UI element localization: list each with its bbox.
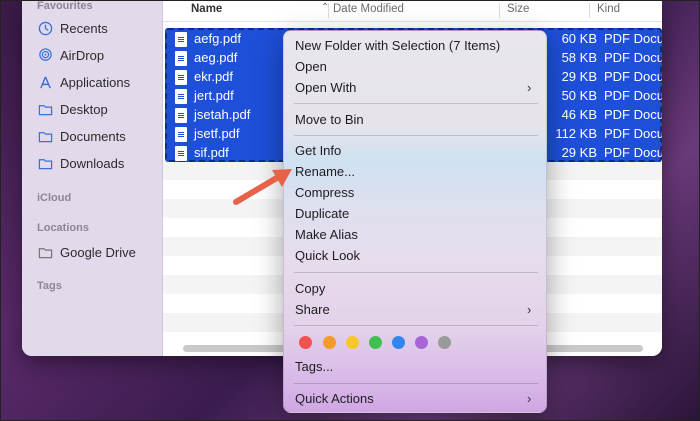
sidebar-section-locations: Locations xyxy=(37,222,89,234)
menu-item-open-with[interactable]: Open With › xyxy=(295,78,539,98)
tag-blue-dot[interactable] xyxy=(392,336,405,349)
tag-purple-dot[interactable] xyxy=(415,336,428,349)
tag-orange-dot[interactable] xyxy=(323,336,336,349)
menu-item-compress[interactable]: Compress xyxy=(295,183,354,203)
chevron-right-icon: › xyxy=(527,80,532,95)
sidebar-item-label: Downloads xyxy=(60,155,125,171)
pdf-file-icon xyxy=(175,127,187,142)
pdf-file-icon xyxy=(175,108,187,123)
column-name[interactable]: Name xyxy=(191,3,222,15)
sidebar-item-desktop[interactable]: Desktop xyxy=(37,98,108,120)
sidebar-item-applications[interactable]: Applications xyxy=(37,71,130,93)
sidebar-item-label: Applications xyxy=(60,74,131,90)
menu-item-duplicate[interactable]: Duplicate xyxy=(295,204,349,224)
chevron-right-icon: › xyxy=(527,391,532,406)
column-kind[interactable]: Kind xyxy=(597,3,620,15)
menu-item-move-to-bin[interactable]: Move to Bin xyxy=(295,110,364,130)
pdf-file-icon xyxy=(175,89,187,104)
pdf-file-icon xyxy=(175,146,187,161)
menu-separator xyxy=(294,383,538,384)
clock-icon xyxy=(37,20,53,36)
applications-icon xyxy=(37,74,53,90)
menu-item-label: Quick Actions xyxy=(295,391,374,406)
menu-item-quick-actions[interactable]: Quick Actions › xyxy=(295,389,539,409)
menu-item-rename[interactable]: Rename... xyxy=(295,162,355,182)
sidebar-item-documents[interactable]: Documents xyxy=(37,125,126,147)
chevron-right-icon: › xyxy=(527,302,532,317)
tag-red-dot[interactable] xyxy=(299,336,312,349)
column-header: Name ⌃ Date Modified Size Kind xyxy=(163,0,662,22)
menu-separator xyxy=(294,135,538,136)
sidebar-item-label: AirDrop xyxy=(60,47,105,63)
sidebar-item-google-drive[interactable]: Google Drive xyxy=(37,241,136,263)
pdf-file-icon xyxy=(175,70,187,85)
menu-item-label: Share xyxy=(295,302,330,317)
menu-item-make-alias[interactable]: Make Alias xyxy=(295,225,358,245)
pdf-file-icon xyxy=(175,32,187,47)
sidebar-section-favourites: Favourites xyxy=(37,0,93,12)
drive-icon xyxy=(37,244,53,260)
menu-item-get-info[interactable]: Get Info xyxy=(295,141,341,161)
menu-separator xyxy=(294,325,538,326)
sidebar: Favourites Recents AirDrop Applications … xyxy=(22,0,163,356)
sidebar-section-tags: Tags xyxy=(37,280,62,292)
column-size[interactable]: Size xyxy=(507,3,529,15)
sidebar-item-airdrop[interactable]: AirDrop xyxy=(37,44,104,66)
column-date-modified[interactable]: Date Modified xyxy=(333,3,404,15)
menu-item-quick-look[interactable]: Quick Look xyxy=(295,246,360,266)
menu-item-new-folder-with-selection[interactable]: New Folder with Selection (7 Items) xyxy=(295,36,500,56)
tag-yellow-dot[interactable] xyxy=(346,336,359,349)
tag-gray-dot[interactable] xyxy=(438,336,451,349)
sidebar-item-recents[interactable]: Recents xyxy=(37,17,108,39)
context-menu: New Folder with Selection (7 Items) Open… xyxy=(283,30,547,413)
menu-item-label: Open With xyxy=(295,80,357,95)
tag-green-dot[interactable] xyxy=(369,336,382,349)
sidebar-item-label: Documents xyxy=(60,128,126,144)
menu-separator xyxy=(294,272,538,273)
menu-separator xyxy=(294,103,538,104)
airdrop-icon xyxy=(37,47,53,63)
folder-icon xyxy=(37,155,53,171)
pdf-file-icon xyxy=(175,51,187,66)
menu-item-copy[interactable]: Copy xyxy=(295,279,325,299)
menu-item-open[interactable]: Open xyxy=(295,57,327,77)
sidebar-item-label: Desktop xyxy=(60,101,108,117)
annotation-arrow-icon xyxy=(233,169,292,205)
menu-item-tags[interactable]: Tags... xyxy=(295,357,333,377)
folder-icon xyxy=(37,128,53,144)
folder-icon xyxy=(37,101,53,117)
sidebar-item-label: Recents xyxy=(60,20,108,36)
sidebar-item-downloads[interactable]: Downloads xyxy=(37,152,124,174)
menu-item-share[interactable]: Share › xyxy=(295,300,539,320)
sidebar-item-label: Google Drive xyxy=(60,244,136,260)
sidebar-section-icloud: iCloud xyxy=(37,192,72,204)
